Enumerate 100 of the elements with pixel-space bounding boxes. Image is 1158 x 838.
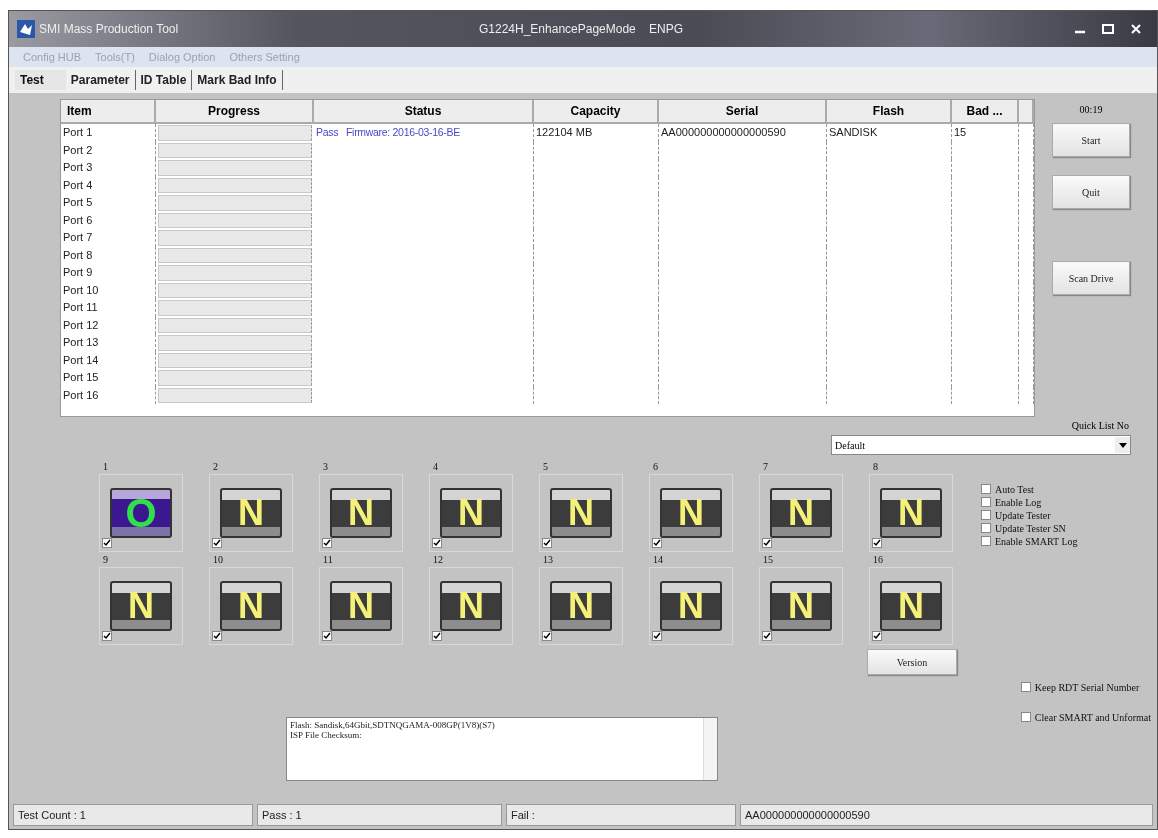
port-status-tile[interactable]: N xyxy=(660,488,722,538)
checkbox-label: Clear SMART and Unformat xyxy=(1034,711,1151,723)
port-status-tile[interactable]: N xyxy=(110,581,172,631)
checkbox[interactable] xyxy=(762,538,772,548)
port-number: 5 xyxy=(542,461,549,474)
port-number: 2 xyxy=(212,461,219,474)
checkbox[interactable] xyxy=(981,536,991,546)
checkbox[interactable] xyxy=(102,538,112,548)
port-status-letter: N xyxy=(568,588,594,624)
checkbox[interactable] xyxy=(981,497,991,507)
port-status-letter: N xyxy=(788,495,814,531)
table-cell: Port 7 xyxy=(61,229,156,247)
checkbox[interactable] xyxy=(762,631,772,641)
checkbox[interactable] xyxy=(432,631,442,641)
checkbox[interactable] xyxy=(652,538,662,548)
checkbox[interactable] xyxy=(322,538,332,548)
port-status-tile[interactable]: N xyxy=(220,488,282,538)
maximize-icon[interactable] xyxy=(1101,23,1115,35)
table-cell: Port 4 xyxy=(61,176,156,194)
column-header[interactable]: Flash xyxy=(827,100,952,122)
table-cell: AA000000000000000590 xyxy=(659,124,827,142)
log-box[interactable]: Flash: Sandisk,64Gbit,SDTNQGAMA-008GP(1V8)(S7) ISP File Checksum: xyxy=(286,717,718,781)
checkbox[interactable] xyxy=(102,631,112,641)
status-field: AA000000000000000590 xyxy=(740,804,1153,826)
port-status-tile[interactable]: O xyxy=(110,488,172,538)
tab[interactable]: Test xyxy=(15,70,66,90)
port-status-tile[interactable]: N xyxy=(770,581,832,631)
column-header[interactable]: Serial xyxy=(659,100,827,122)
port-status-tile[interactable]: N xyxy=(330,581,392,631)
quick-list-label: Quick List No xyxy=(1071,419,1130,431)
port-status-tile[interactable]: N xyxy=(440,581,502,631)
table-cell: 15 xyxy=(952,124,1019,142)
window-title: SMI Mass Production Tool xyxy=(39,22,180,36)
window-subtitle: G1224H_EnhancePageMode xyxy=(479,22,637,36)
table-cell: Port 14 xyxy=(61,351,156,369)
checkbox[interactable] xyxy=(1020,682,1031,692)
port-status-letter: N xyxy=(788,588,814,624)
port-status-tile[interactable]: N xyxy=(880,488,942,538)
checkbox-label: Auto Test xyxy=(995,483,1034,495)
log-line: Flash: Sandisk,64Gbit,SDTNQGAMA-008GP(1V8)(S7) xyxy=(290,720,496,730)
checkbox[interactable] xyxy=(322,631,332,641)
port-status-tile[interactable]: N xyxy=(440,488,502,538)
version-button[interactable]: Version xyxy=(867,649,957,675)
table-cell: 122104 MB xyxy=(534,124,659,142)
tab[interactable]: Mark Bad Info xyxy=(192,70,283,90)
checkbox[interactable] xyxy=(981,523,991,533)
checkbox[interactable] xyxy=(1020,712,1031,722)
checkbox-label: Update Tester xyxy=(995,509,1051,521)
scrollbar[interactable] xyxy=(703,718,717,780)
port-status-tile[interactable]: N xyxy=(550,581,612,631)
port-number: 7 xyxy=(762,461,769,474)
checkbox[interactable] xyxy=(872,631,882,641)
port-number: 16 xyxy=(872,554,884,567)
table-cell: Port 2 xyxy=(61,141,156,159)
action-button[interactable]: Quit xyxy=(1052,175,1130,209)
column-header[interactable]: Bad ... xyxy=(952,100,1019,122)
checkbox[interactable] xyxy=(212,631,222,641)
checkbox[interactable] xyxy=(542,538,552,548)
checkbox[interactable] xyxy=(542,631,552,641)
port-status-letter: N xyxy=(678,588,704,624)
checkbox[interactable] xyxy=(872,538,882,548)
elapsed-time: 00:19 xyxy=(1079,102,1103,117)
port-status-tile[interactable]: N xyxy=(660,581,722,631)
port-status-letter: N xyxy=(128,588,154,624)
dropdown-value: Default xyxy=(835,439,865,451)
column-header[interactable]: Item xyxy=(61,100,156,122)
checkbox[interactable] xyxy=(981,484,991,494)
port-status-tile[interactable]: N xyxy=(330,488,392,538)
table-cell: Port 11 xyxy=(61,299,156,317)
checkbox[interactable] xyxy=(652,631,662,641)
column-header[interactable]: Progress xyxy=(156,100,314,122)
port-number: 1 xyxy=(102,461,109,474)
checkbox[interactable] xyxy=(212,538,222,548)
close-icon[interactable] xyxy=(1129,23,1143,35)
table-cell: Port 1 xyxy=(61,124,156,142)
table-cell: Port 9 xyxy=(61,264,156,282)
port-status-tile[interactable]: N xyxy=(770,488,832,538)
app-logo-icon xyxy=(17,20,35,38)
column-header[interactable]: Status xyxy=(314,100,534,122)
port-number: 14 xyxy=(652,554,664,567)
port-status-tile[interactable]: N xyxy=(550,488,612,538)
checkbox[interactable] xyxy=(981,510,991,520)
port-status-tile[interactable]: N xyxy=(880,581,942,631)
tab[interactable]: Parameter xyxy=(65,70,136,90)
quick-list-dropdown[interactable]: Default xyxy=(831,435,1131,455)
port-status-letter: N xyxy=(348,495,374,531)
port-status-tile[interactable]: N xyxy=(220,581,282,631)
port-status-letter: N xyxy=(898,495,924,531)
port-status-letter: N xyxy=(678,495,704,531)
status-field: Pass : 1 xyxy=(257,804,502,826)
action-button[interactable]: Start xyxy=(1052,123,1130,157)
checkbox-label: Update Tester SN xyxy=(995,522,1066,534)
tab[interactable]: ID Table xyxy=(135,70,193,90)
checkbox[interactable] xyxy=(432,538,442,548)
mode-label: ENPG xyxy=(649,22,683,36)
table-cell: Port 8 xyxy=(61,246,156,264)
port-status-letter: N xyxy=(898,588,924,624)
checkbox-label: Keep RDT Serial Number xyxy=(1034,681,1140,693)
column-header[interactable]: Capacity xyxy=(534,100,659,122)
action-button[interactable]: Scan Drive xyxy=(1052,261,1130,295)
